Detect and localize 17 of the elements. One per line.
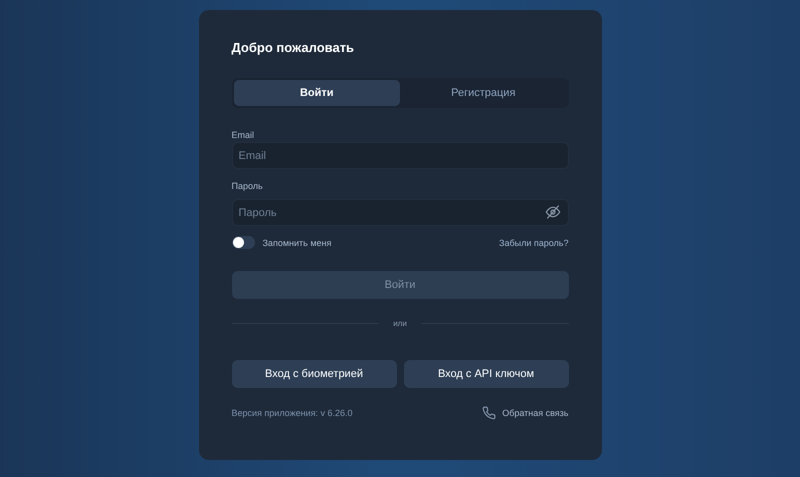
forgot-password-link[interactable]: Забыли пароль?	[499, 238, 568, 248]
tab[interactable]: Войти	[234, 80, 400, 106]
field-label: Пароль	[232, 181, 264, 193]
tab[interactable]: Регистрация	[400, 80, 566, 106]
divider-text: или	[393, 319, 407, 328]
remember-toggle[interactable]	[232, 236, 254, 249]
alt-login-button[interactable]: Вход с биометрией	[232, 360, 396, 388]
password-field[interactable]: Пароль	[232, 199, 568, 226]
email-field[interactable]: Email	[232, 142, 568, 169]
feedback-link[interactable]: Обратная связь	[502, 408, 568, 418]
version-text: Версия приложения: v 6.26.0	[232, 408, 352, 418]
remember-label: Запомнить меня	[262, 238, 332, 248]
alt-login-button[interactable]: Вход с API ключом	[404, 360, 568, 388]
field-label: Email	[232, 130, 256, 142]
card-title: Добро пожаловать	[232, 40, 356, 56]
eye-off-icon[interactable]	[544, 204, 560, 220]
phone-icon[interactable]	[482, 406, 496, 420]
